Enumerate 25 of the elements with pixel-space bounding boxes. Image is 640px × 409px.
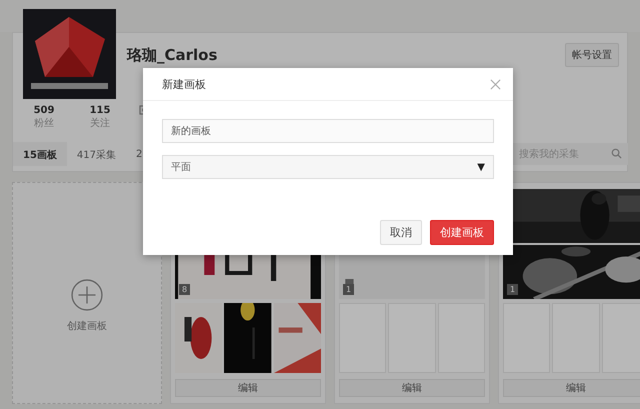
edit-button[interactable]: 编辑 (339, 379, 485, 397)
pin-count-badge: 1 (343, 284, 354, 295)
stat-label: 粉丝 (34, 116, 54, 130)
board-name-input[interactable]: 新的画板 (162, 119, 494, 143)
stat-label: 关注 (90, 116, 110, 130)
cancel-button[interactable]: 取消 (380, 220, 422, 245)
search-icon (611, 148, 622, 160)
create-board-button[interactable]: 创建画板 (430, 220, 494, 245)
edit-button[interactable]: 编辑 (175, 379, 321, 397)
tab[interactable]: 15画板 (13, 142, 67, 166)
stat-value: 115 (90, 105, 110, 116)
category-select[interactable]: 平面 ▼ (162, 155, 494, 179)
stat-value: 509 (34, 105, 54, 116)
edit-button[interactable]: 编辑 (503, 379, 640, 397)
tab[interactable]: 417采集 (66, 142, 126, 166)
tab[interactable]: 2 (126, 142, 152, 166)
account-settings-button[interactable]: 帐号设置 (565, 43, 619, 67)
plus-icon (71, 279, 103, 311)
pin-count-badge: 1 (507, 284, 518, 295)
create-board-card[interactable]: 创建画板 (12, 182, 162, 404)
close-icon[interactable] (490, 78, 501, 90)
create-board-label: 创建画板 (67, 320, 107, 333)
pin-count-badge: 8 (179, 284, 190, 295)
user-name: 珞珈_Carlos (127, 46, 218, 64)
dialog-title: 新建画板 (162, 76, 206, 92)
